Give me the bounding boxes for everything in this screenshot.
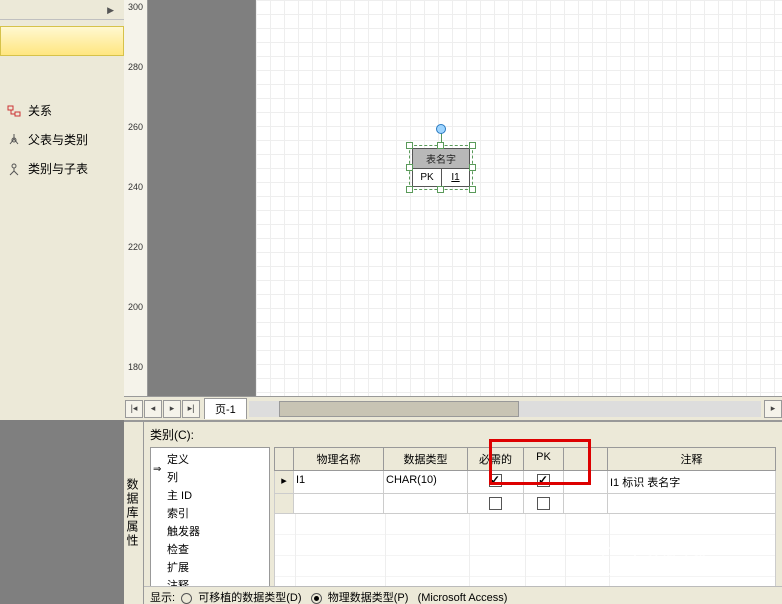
- cell-pk[interactable]: [524, 471, 564, 494]
- vertical-tab-db-props[interactable]: 数据库属性: [124, 422, 144, 604]
- resize-handle-nw[interactable]: [406, 142, 413, 149]
- tree-item-triggers[interactable]: 触发器: [153, 522, 267, 540]
- ruler-tick: 220: [124, 242, 147, 252]
- page-nav-last[interactable]: ▸|: [182, 400, 200, 418]
- resize-handle-se[interactable]: [469, 186, 476, 193]
- left-stencil-panel: ▶ 关系 父表与类别 类别与子表: [0, 0, 124, 420]
- grid-header-spacer: [564, 447, 608, 471]
- tree-item-extended[interactable]: 扩展: [153, 558, 267, 576]
- category-child-icon: [6, 161, 22, 177]
- checkbox-required-empty[interactable]: [489, 497, 502, 510]
- show-label: 显示:: [150, 592, 175, 604]
- columns-grid: 物理名称 数据类型 必需的 PK 注释 ▸ I1 CHAR(10) I1 标识 …: [274, 447, 776, 587]
- entity-title[interactable]: 表名字: [412, 148, 470, 169]
- radio-physical-label[interactable]: 物理数据类型(P): [328, 592, 409, 604]
- row-marker[interactable]: ▸: [274, 471, 294, 494]
- tree-selection-marker-icon: ⇒: [153, 464, 161, 475]
- resize-handle-w[interactable]: [406, 164, 413, 171]
- ruler-tick: 200: [124, 302, 147, 312]
- stencil-item-parent-category[interactable]: 父表与类别: [4, 125, 120, 154]
- hscroll-thumb[interactable]: [279, 401, 519, 417]
- tree-item-columns[interactable]: 列: [153, 468, 267, 486]
- left-gap: [0, 420, 124, 604]
- hscroll-track[interactable]: [249, 401, 761, 417]
- checkbox-pk-empty[interactable]: [537, 497, 550, 510]
- radio-portable[interactable]: [181, 593, 192, 604]
- entity-colname-cell[interactable]: I1: [441, 169, 470, 187]
- stencil-item-label: 类别与子表: [28, 160, 88, 177]
- database-properties-panel: 数据库属性 类别(C): 定义 ⇒ 列 主 ID 索引 触发器 检查 扩展 注释…: [124, 420, 782, 604]
- row-marker-empty[interactable]: [274, 494, 294, 514]
- tree-item-definition[interactable]: 定义: [153, 450, 267, 468]
- category-tree[interactable]: 定义 ⇒ 列 主 ID 索引 触发器 检查 扩展 注释: [150, 447, 270, 587]
- stencil-item-relationship[interactable]: 关系: [4, 96, 120, 125]
- rotation-handle[interactable]: [436, 124, 446, 134]
- grid-header-datatype[interactable]: 数据类型: [384, 447, 468, 471]
- expand-arrow-icon[interactable]: ▶: [107, 5, 114, 16]
- grid-row[interactable]: ▸ I1 CHAR(10) I1 标识 表名字: [274, 471, 776, 494]
- resize-handle-n[interactable]: [437, 142, 444, 149]
- grid-header-required[interactable]: 必需的: [468, 447, 524, 471]
- vertical-ruler: 300 280 260 240 220 200 180: [124, 0, 148, 396]
- stencil-item-category-child[interactable]: 类别与子表: [4, 154, 120, 183]
- ruler-tick: 280: [124, 62, 147, 72]
- radio-portable-label[interactable]: 可移植的数据类型(D): [198, 592, 301, 604]
- grid-empty-area: [274, 514, 776, 587]
- selected-stencil-bar[interactable]: [0, 26, 124, 56]
- radio-physical[interactable]: [311, 593, 322, 604]
- parent-category-icon: [6, 132, 22, 148]
- checkbox-pk[interactable]: [537, 474, 550, 487]
- grid-row-empty[interactable]: [274, 494, 776, 514]
- stencil-item-label: 父表与类别: [28, 131, 88, 148]
- drawing-canvas-viewport[interactable]: 表名字 PK I1: [148, 0, 782, 396]
- resize-handle-sw[interactable]: [406, 186, 413, 193]
- tree-item-primary-id[interactable]: 主 ID: [153, 486, 267, 504]
- page-nav-first[interactable]: |◂: [125, 400, 143, 418]
- cell-extra-id[interactable]: [564, 471, 608, 494]
- resize-handle-ne[interactable]: [469, 142, 476, 149]
- stencil-item-label: 关系: [28, 102, 52, 119]
- ruler-tick: 240: [124, 182, 147, 192]
- cell-required[interactable]: [468, 471, 524, 494]
- db-driver-label: (Microsoft Access): [418, 592, 508, 604]
- page-nav-prev[interactable]: ◂: [144, 400, 162, 418]
- page-tab-bar: |◂ ◂ ▸ ▸| 页-1 ▸: [124, 396, 782, 420]
- ruler-tick: 180: [124, 362, 147, 372]
- cell-notes[interactable]: I1 标识 表名字: [608, 471, 776, 494]
- page-nav-next[interactable]: ▸: [163, 400, 181, 418]
- category-label: 类别(C):: [150, 426, 776, 443]
- grid-header-physname[interactable]: 物理名称: [294, 447, 384, 471]
- ruler-tick: 300: [124, 2, 147, 12]
- drawing-page[interactable]: 表名字 PK I1: [256, 0, 782, 396]
- ruler-tick: 260: [124, 122, 147, 132]
- grid-header-rowselector: [274, 447, 294, 471]
- grid-header-notes[interactable]: 注释: [608, 447, 776, 471]
- stencil-toolbar: ▶: [0, 0, 124, 20]
- entity-pk-cell[interactable]: PK: [412, 169, 441, 187]
- relationship-icon: [6, 103, 22, 119]
- grid-header-row: 物理名称 数据类型 必需的 PK 注释: [274, 447, 776, 471]
- resize-handle-s[interactable]: [437, 186, 444, 193]
- tree-item-check[interactable]: 检查: [153, 540, 267, 558]
- datatype-display-row: 显示: 可移植的数据类型(D) 物理数据类型(P) (Microsoft Acc…: [144, 586, 782, 604]
- cell-datatype[interactable]: CHAR(10): [384, 471, 468, 494]
- grid-header-pk[interactable]: PK: [524, 447, 564, 471]
- entity-shape[interactable]: 表名字 PK I1: [412, 148, 470, 187]
- tree-item-indexes[interactable]: 索引: [153, 504, 267, 522]
- checkbox-required[interactable]: [489, 474, 502, 487]
- page-tab[interactable]: 页-1: [204, 398, 247, 419]
- hscroll-right[interactable]: ▸: [764, 400, 782, 418]
- resize-handle-e[interactable]: [469, 164, 476, 171]
- cell-physname[interactable]: I1: [294, 471, 384, 494]
